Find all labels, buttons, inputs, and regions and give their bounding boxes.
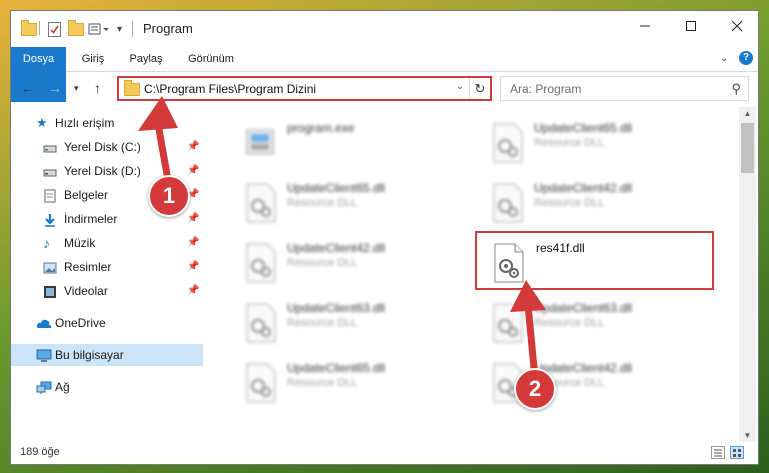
status-bar: 189 öğe — [11, 442, 758, 464]
quick-access-dropdown-icon[interactable]: ▾ — [117, 21, 122, 37]
item-count: 189 öğe — [20, 446, 60, 458]
explorer-window: ▾ Program Dosya Giriş Paylaş Görünüm ⌄ ?… — [10, 10, 759, 465]
properties-icon[interactable] — [48, 21, 61, 37]
download-icon — [43, 212, 57, 227]
nav-item-pictures[interactable]: Resimler 📌 — [11, 256, 203, 278]
divider — [39, 21, 40, 35]
nav-item-local-disk-c[interactable]: Yerel Disk (C:) 📌 — [11, 136, 203, 158]
new-folder-icon[interactable] — [68, 19, 84, 37]
videos-icon — [43, 284, 57, 298]
file-item-dll[interactable]: UpdateClient42.dll Resource DLL — [488, 177, 708, 232]
title-bar: ▾ Program — [11, 11, 758, 47]
address-path: C:\Program Files\Program Dizini — [144, 82, 317, 96]
star-icon: ★ — [36, 115, 48, 130]
pin-icon[interactable]: 📌 — [187, 208, 199, 230]
folder-icon — [124, 80, 140, 99]
nav-item-music[interactable]: ♪ Müzik 📌 — [11, 232, 203, 254]
dll-file-icon — [241, 302, 281, 344]
refresh-button[interactable]: ↻ — [469, 78, 490, 99]
help-icon[interactable]: ? — [739, 51, 753, 65]
pin-icon[interactable]: 📌 — [187, 160, 199, 182]
folder-icon — [21, 19, 37, 37]
window-title: Program — [143, 21, 193, 36]
file-item-dll[interactable]: UpdateClient65.dll Resource DLL — [488, 117, 708, 172]
up-button[interactable]: ↑ — [94, 80, 101, 96]
chevron-down-icon[interactable]: ⌄ — [456, 81, 464, 92]
pictures-icon — [43, 260, 57, 274]
divider — [132, 21, 133, 37]
file-item-dll[interactable]: UpdateClient63.dll Resource DLL — [241, 297, 461, 352]
exe-file-icon — [241, 122, 281, 164]
nav-item-quick-access[interactable]: ★ Hızlı erişim — [11, 112, 203, 134]
search-placeholder: Ara: Program — [510, 82, 582, 96]
documents-icon — [43, 188, 57, 203]
navigation-pane: ★ Hızlı erişim Yerel Disk (C:) 📌 Yerel D… — [11, 107, 203, 432]
close-button[interactable] — [714, 11, 760, 41]
ribbon-tabs: Dosya Giriş Paylaş Görünüm ⌄ ? — [11, 47, 758, 102]
address-row: ← → ▾ ↑ C:\Program Files\Program Dizini … — [11, 73, 758, 103]
details-view-icon[interactable] — [711, 446, 725, 459]
dll-file-icon — [241, 242, 281, 284]
maximize-button[interactable] — [668, 11, 714, 41]
back-button[interactable]: ← — [21, 80, 35, 96]
pin-icon[interactable]: 📌 — [187, 256, 199, 278]
step-marker-2: 2 — [514, 368, 556, 410]
music-icon: ♪ — [43, 235, 50, 251]
dll-file-icon — [488, 122, 528, 164]
nav-item-videos[interactable]: Videolar 📌 — [11, 280, 203, 302]
tiles-view-icon[interactable] — [730, 446, 744, 459]
step-marker-1: 1 — [148, 175, 190, 217]
scroll-down-icon[interactable]: ▼ — [739, 431, 756, 440]
scrollbar-thumb[interactable] — [741, 123, 754, 173]
recent-locations-icon[interactable]: ▾ — [74, 83, 79, 94]
scroll-up-icon[interactable]: ▲ — [739, 109, 756, 118]
tab-home[interactable]: Giriş — [77, 47, 109, 71]
file-item-program-exe[interactable]: program.exe — [241, 117, 441, 172]
nav-item-this-pc[interactable]: Bu bilgisayar — [11, 344, 203, 366]
dll-file-icon — [488, 182, 528, 224]
pin-icon[interactable]: 📌 — [187, 232, 199, 254]
highlight-box — [475, 231, 714, 290]
drive-icon — [43, 140, 57, 154]
address-bar[interactable]: C:\Program Files\Program Dizini ⌄ ↻ — [117, 76, 492, 101]
drive-icon — [43, 164, 57, 178]
pin-icon[interactable]: 📌 — [187, 280, 199, 302]
dll-file-icon — [241, 182, 281, 224]
tab-view[interactable]: Görünüm — [186, 47, 236, 71]
search-icon[interactable]: ⚲ — [731, 81, 741, 97]
tab-share[interactable]: Paylaş — [126, 47, 166, 71]
nav-item-onedrive[interactable]: OneDrive — [11, 312, 203, 334]
file-item-dll[interactable]: UpdateClient42.dll Resource DLL — [241, 237, 461, 292]
nav-item-network[interactable]: Ağ — [11, 376, 203, 398]
vertical-scrollbar[interactable]: ▲ ▼ — [739, 107, 756, 442]
customize-icon[interactable] — [88, 21, 110, 37]
file-item-dll[interactable]: UpdateClient65.dll Resource DLL — [241, 177, 461, 232]
network-icon — [36, 380, 52, 394]
forward-button[interactable]: → — [48, 80, 62, 96]
dll-file-icon — [241, 362, 281, 404]
pin-icon[interactable]: 📌 — [187, 136, 199, 158]
search-input[interactable]: Ara: Program ⚲ — [500, 76, 749, 101]
computer-icon — [36, 348, 52, 362]
file-item-dll[interactable]: UpdateClient63.dll Resource DLL — [488, 297, 708, 352]
minimize-button[interactable] — [622, 11, 668, 41]
cloud-icon — [36, 316, 52, 330]
dll-file-icon — [488, 302, 528, 344]
file-item-dll[interactable]: UpdateClient65.dll Resource DLL — [241, 357, 461, 412]
ribbon-expand-icon[interactable]: ⌄ — [720, 53, 728, 64]
